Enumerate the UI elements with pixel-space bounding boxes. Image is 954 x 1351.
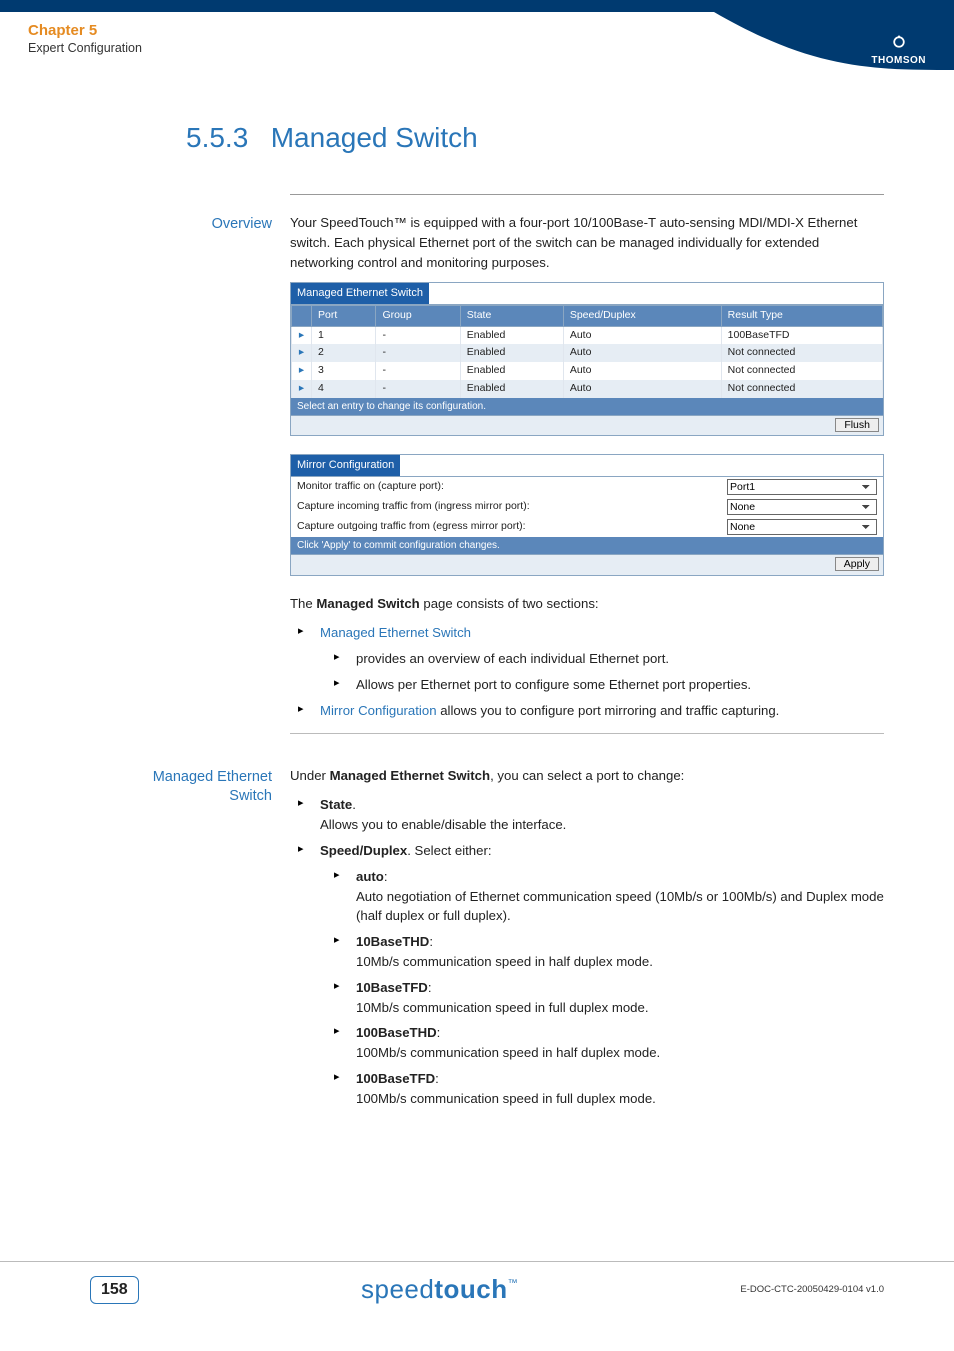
list-item: 10BaseTHD: 10Mb/s communication speed in… [326,932,884,972]
state-desc: Allows you to enable/disable the interfa… [320,817,566,832]
list-item: Mirror Configuration allows you to confi… [290,701,884,721]
mes-col-result: Result Type [721,305,882,326]
cell-result: Not connected [721,362,882,380]
speedtouch-logo: speedtouch™ [139,1274,741,1305]
thomson-logo: THOMSON [871,34,926,66]
apply-button[interactable]: Apply [835,557,879,571]
mes-intro: Under Managed Ethernet Switch, you can s… [290,766,884,786]
section-heading: 5.5.3 Managed Switch [186,122,884,154]
table-row[interactable]: ▸ 4 - Enabled Auto Not connected [292,380,883,398]
cell-group: - [376,326,460,344]
cell-state: Enabled [460,362,563,380]
mes-panel-title: Managed Ethernet Switch [291,283,429,304]
sd-label: Speed/Duplex [320,843,407,858]
mirror-hint: Click 'Apply' to commit configuration ch… [291,537,883,554]
table-row[interactable]: ▸ 2 - Enabled Auto Not connected [292,344,883,362]
state-label: State [320,797,352,812]
list-item: 100BaseTFD: 100Mb/s communication speed … [326,1069,884,1109]
cell-port: 1 [312,326,376,344]
mirror-row-label: Capture incoming traffic from (ingress m… [297,499,727,515]
page-header: Chapter 5 Expert Configuration THOMSON [0,12,954,82]
divider [290,733,884,734]
list-item: Allows per Ethernet port to configure so… [326,675,884,695]
list-item: Managed Ethernet Switch provides an over… [290,623,884,694]
mirror-panel-title: Mirror Configuration [291,455,400,476]
mes-hint: Select an entry to change its configurat… [291,398,883,415]
section-number: 5.5.3 [186,122,248,154]
list-item: provides an overview of each individual … [326,649,884,669]
sections-intro: The Managed Switch page consists of two … [290,594,884,614]
mes-panel: Managed Ethernet Switch Port Group State… [290,282,884,436]
cell-speed: Auto [563,344,721,362]
list-item: auto: Auto negotiation of Ethernet commu… [326,867,884,926]
mes-col-group: Group [376,305,460,326]
row-arrow-icon: ▸ [292,344,312,362]
mirror-row-label: Monitor traffic on (capture port): [297,479,727,495]
row-arrow-icon: ▸ [292,326,312,344]
flush-button[interactable]: Flush [835,418,879,432]
cell-state: Enabled [460,344,563,362]
cell-port: 3 [312,362,376,380]
doc-id: E-DOC-CTC-20050429-0104 v1.0 [740,1284,884,1295]
cell-group: - [376,362,460,380]
row-arrow-icon: ▸ [292,362,312,380]
sd-suffix: . Select either: [407,843,491,858]
list-item: 10BaseTFD: 10Mb/s communication speed in… [326,978,884,1018]
mes-col-arrow [292,305,312,326]
cell-group: - [376,344,460,362]
thomson-text: THOMSON [871,55,926,66]
list-item: State. Allows you to enable/disable the … [290,795,884,835]
link-mes[interactable]: Managed Ethernet Switch [320,625,471,640]
overview-paragraph: Your SpeedTouch™ is equipped with a four… [290,213,884,272]
mirror-panel: Mirror Configuration Monitor traffic on … [290,454,884,575]
cell-result: Not connected [721,380,882,398]
mes-col-speed: Speed/Duplex [563,305,721,326]
cell-port: 2 [312,344,376,362]
cell-port: 4 [312,380,376,398]
table-row[interactable]: ▸ 1 - Enabled Auto 100BaseTFD [292,326,883,344]
mes-block-label: Managed Ethernet Switch [130,766,290,1115]
capture-port-select[interactable] [727,479,877,495]
mirror-row-label: Capture outgoing traffic from (egress mi… [297,519,727,535]
cell-group: - [376,380,460,398]
cell-state: Enabled [460,380,563,398]
mes-table: Port Group State Speed/Duplex Result Typ… [291,305,883,398]
cell-state: Enabled [460,326,563,344]
link-mirror[interactable]: Mirror Configuration [320,703,437,718]
cell-result: Not connected [721,344,882,362]
list-item-text: allows you to configure port mirroring a… [437,703,780,718]
cell-speed: Auto [563,326,721,344]
list-item: 100BaseTHD: 100Mb/s communication speed … [326,1023,884,1063]
cell-speed: Auto [563,380,721,398]
cell-result: 100BaseTFD [721,326,882,344]
section-title: Managed Switch [271,122,478,154]
cell-speed: Auto [563,362,721,380]
table-row[interactable]: ▸ 3 - Enabled Auto Not connected [292,362,883,380]
egress-port-select[interactable] [727,519,877,535]
row-arrow-icon: ▸ [292,380,312,398]
mes-col-state: State [460,305,563,326]
ingress-port-select[interactable] [727,499,877,515]
page-number: 158 [90,1276,139,1304]
list-item: Speed/Duplex. Select either: auto: Auto … [290,841,884,1109]
overview-label: Overview [130,213,290,748]
mes-col-port: Port [312,305,376,326]
page-footer: 158 speedtouch™ E-DOC-CTC-20050429-0104 … [0,1261,954,1317]
divider [290,194,884,195]
